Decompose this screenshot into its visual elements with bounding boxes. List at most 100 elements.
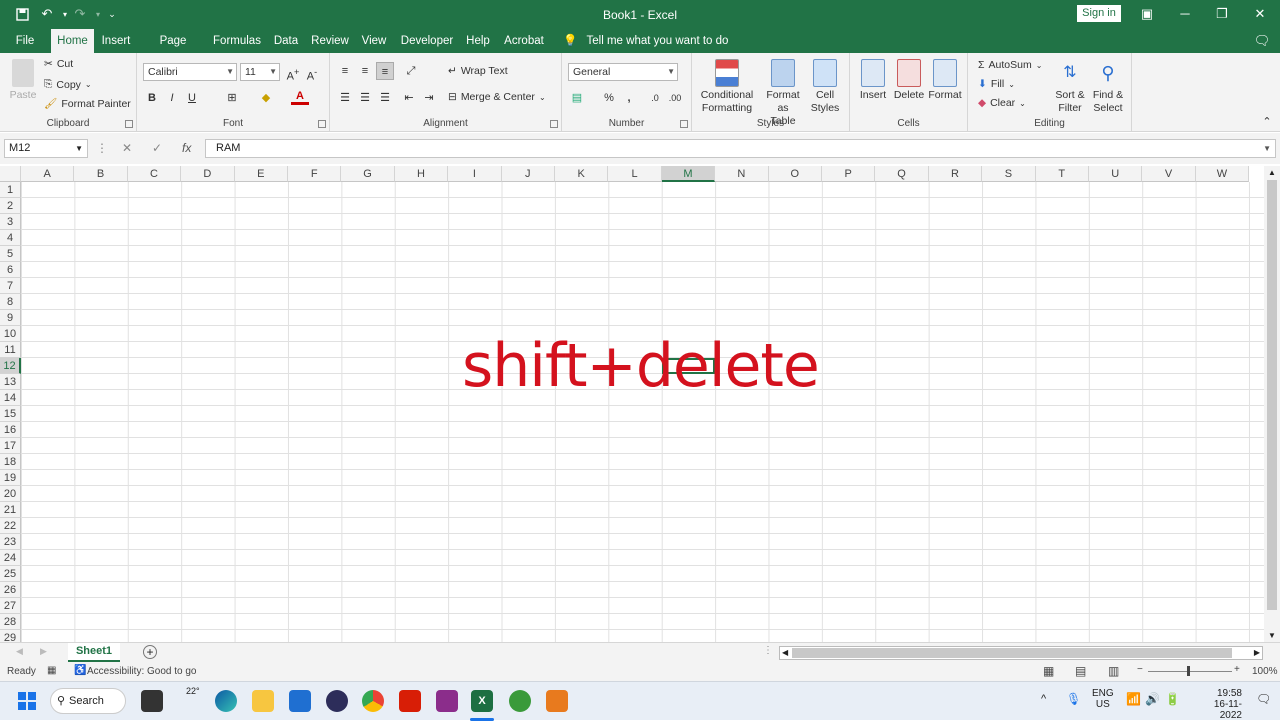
column-header-u[interactable]: U [1089,166,1143,182]
insert-function-icon[interactable]: fx [182,141,191,155]
file-explorer-icon[interactable] [252,690,274,712]
dialog-launcher-icon[interactable] [125,120,133,128]
row-header-23[interactable]: 23 [0,534,21,550]
column-header-f[interactable]: F [288,166,342,182]
tab-page-layout[interactable]: Page Layout [141,29,205,71]
format-cells-button[interactable]: Format [928,59,962,102]
column-header-v[interactable]: V [1142,166,1196,182]
wifi-icon[interactable]: 📶 [1126,692,1141,706]
tab-review[interactable]: Review [309,29,351,53]
dialog-launcher-icon[interactable] [680,120,688,128]
column-header-j[interactable]: J [501,166,555,182]
row-header-10[interactable]: 10 [0,326,21,342]
acrobat-icon[interactable] [399,690,421,712]
autosum-button[interactable]: Σ AutoSum ⌄ [978,59,1042,71]
row-header-29[interactable]: 29 [0,630,21,642]
sign-in-button[interactable]: Sign in [1077,5,1121,22]
macro-record-icon[interactable]: ▦ [47,665,56,676]
format-painter-button[interactable]: 🖌 Format Painter [44,97,131,111]
chevron-up-icon[interactable]: ^ [1041,693,1046,705]
align-left-icon[interactable]: ☰ [336,89,354,107]
column-header-n[interactable]: N [715,166,769,182]
row-header-14[interactable]: 14 [0,390,21,406]
prev-sheet-icon[interactable]: ◀ [16,646,23,657]
row-header-4[interactable]: 4 [0,230,21,246]
row-header-17[interactable]: 17 [0,438,21,454]
normal-view-icon[interactable]: ▦ [1043,664,1054,678]
column-header-k[interactable]: K [555,166,609,182]
fill-color-icon[interactable]: ◆ [257,89,275,107]
row-header-8[interactable]: 8 [0,294,21,310]
row-header-5[interactable]: 5 [0,246,21,262]
row-header-3[interactable]: 3 [0,214,21,230]
row-header-28[interactable]: 28 [0,614,21,630]
cell-styles-button[interactable]: Cell Styles [806,59,844,115]
row-header-15[interactable]: 15 [0,406,21,422]
row-header-26[interactable]: 26 [0,582,21,598]
find-select-button[interactable]: ⚲ Find & Select [1090,59,1126,115]
tab-view[interactable]: View [358,29,390,53]
accessibility-icon[interactable]: ♿ [74,665,86,676]
row-header-19[interactable]: 19 [0,470,21,486]
row-header-21[interactable]: 21 [0,502,21,518]
wrap-text-button[interactable]: ↵ Wrap Text [448,65,508,77]
app-icon[interactable] [326,690,348,712]
tab-formulas[interactable]: Formulas [212,29,262,53]
clear-button[interactable]: ◆ Clear ⌄ [978,97,1026,109]
taskbar-search[interactable]: ⚲ Search [50,688,126,714]
row-header-1[interactable]: 1 [0,182,21,198]
cut-button[interactable]: ✂ Cut [44,58,73,70]
insert-cells-button[interactable]: Insert [856,59,890,102]
column-header-c[interactable]: C [127,166,182,182]
maximize-icon[interactable]: ❐ [1213,6,1231,22]
close-icon[interactable]: ✕ [1251,6,1269,22]
accounting-format-icon[interactable]: ▤ [568,89,586,107]
row-header-6[interactable]: 6 [0,262,21,278]
dialog-launcher-icon[interactable] [318,120,326,128]
decrease-indent-icon[interactable]: ⇤ [400,89,418,107]
scroll-down-icon[interactable]: ▼ [1268,631,1276,640]
row-header-13[interactable]: 13 [0,374,21,390]
font-color-icon[interactable]: A [291,89,309,105]
increase-decimal-icon[interactable]: .0 [646,89,664,107]
row-header-27[interactable]: 27 [0,598,21,614]
page-break-view-icon[interactable]: ▥ [1108,664,1119,678]
chrome-icon[interactable] [362,690,384,712]
row-header-2[interactable]: 2 [0,198,21,214]
bold-button[interactable]: B [143,89,161,107]
row-header-22[interactable]: 22 [0,518,21,534]
tab-data[interactable]: Data [270,29,302,53]
sheet-tab-sheet1[interactable]: Sheet1 [68,643,120,662]
excel-icon[interactable]: X [471,690,493,712]
italic-button[interactable]: I [163,89,181,107]
battery-icon[interactable]: 🔋 [1165,692,1180,706]
zoom-out-icon[interactable]: − [1137,664,1143,675]
align-center-icon[interactable]: ☰ [356,89,374,107]
cancel-icon[interactable]: ✕ [122,141,132,155]
zoom-in-icon[interactable]: + [1234,664,1240,675]
tab-acrobat[interactable]: Acrobat [500,29,548,53]
collapse-ribbon-icon[interactable]: ⌃ [1258,113,1276,131]
align-middle-icon[interactable]: ≡ [356,62,374,80]
column-header-a[interactable]: A [21,166,75,182]
column-header-e[interactable]: E [234,166,288,182]
dialog-launcher-icon[interactable] [550,120,558,128]
ribbon-display-icon[interactable]: ▣ [1138,6,1156,22]
copy-button[interactable]: ⎘ Copy ⌄ [44,78,92,91]
language-indicator[interactable]: ENG US [1092,688,1114,710]
column-header-t[interactable]: T [1035,166,1089,182]
tab-help[interactable]: Help [463,29,493,53]
tab-home[interactable]: Home [51,29,94,53]
formula-input[interactable]: RAM ▼ [205,139,1276,158]
winrar-icon[interactable] [436,690,458,712]
edge-icon[interactable] [215,690,237,712]
row-header-24[interactable]: 24 [0,550,21,566]
notification-icon[interactable]: 🗨 [1256,692,1271,706]
tell-me-box[interactable]: 💡 Tell me what you want to do [563,29,728,53]
fill-button[interactable]: ⬇ Fill ⌄ [978,78,1015,90]
row-header-7[interactable]: 7 [0,278,21,294]
name-box[interactable]: M12 ▼ [4,139,88,158]
tab-developer[interactable]: Developer [398,29,456,53]
column-header-d[interactable]: D [181,166,235,182]
row-header-12[interactable]: 12 [0,358,21,374]
